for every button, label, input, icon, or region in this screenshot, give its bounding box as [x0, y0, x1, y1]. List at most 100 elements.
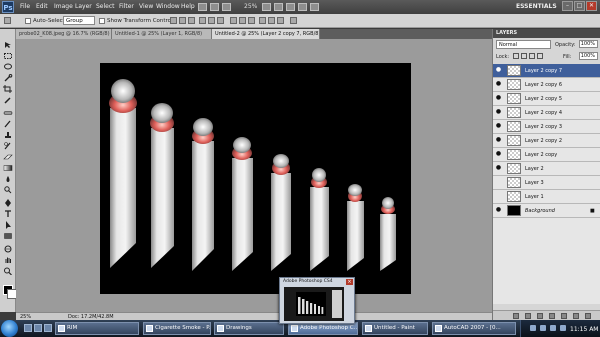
visibility-eye-icon[interactable]: ●: [495, 81, 502, 87]
zoom-level[interactable]: 25%: [244, 3, 257, 10]
layer-row[interactable]: ● Background ■: [493, 204, 600, 218]
tab-untitled-2[interactable]: Untitled-2 @ 25% (Layer 2 copy 7, RGB/8): [212, 29, 320, 39]
preview-close-icon[interactable]: ×: [346, 279, 353, 285]
internet-explorer-icon[interactable]: [34, 324, 42, 332]
distribute-hcenter-icon[interactable]: [268, 17, 275, 24]
zoom-icon[interactable]: [274, 3, 283, 11]
switch-windows-icon[interactable]: [44, 324, 52, 332]
layer-thumbnail[interactable]: [507, 135, 521, 146]
taskbar-button[interactable]: Cigarette Smoke - P...: [143, 322, 211, 335]
taskbar-button[interactable]: RIM: [55, 322, 139, 335]
visibility-eye-icon[interactable]: ●: [495, 137, 502, 143]
bridge-icon[interactable]: [198, 3, 207, 11]
layer-row[interactable]: ● Layer 2 copy 6: [493, 78, 600, 92]
menu-layer[interactable]: Layer: [75, 3, 92, 10]
layer-thumbnail[interactable]: [507, 191, 521, 202]
layer-name[interactable]: Layer 3: [525, 180, 544, 186]
marquee-tool-icon[interactable]: [3, 52, 13, 60]
eyedropper-tool-icon[interactable]: [3, 96, 13, 104]
layer-name[interactable]: Layer 2 copy 5: [525, 96, 562, 102]
layers-panel-title[interactable]: LAYERS: [493, 29, 600, 38]
gradient-tool-icon[interactable]: [3, 164, 13, 172]
auto-select-checkbox[interactable]: [25, 18, 31, 24]
clock[interactable]: 11:15 AM: [570, 326, 598, 333]
quick-selection-tool-icon[interactable]: [3, 74, 13, 82]
dodge-tool-icon[interactable]: [3, 186, 13, 194]
network-icon[interactable]: [530, 325, 536, 331]
trash-icon[interactable]: [585, 313, 591, 319]
auto-select-target-select[interactable]: Group: [63, 16, 95, 25]
healing-brush-tool-icon[interactable]: [3, 109, 13, 117]
arrange-documents-icon[interactable]: [298, 3, 307, 11]
tab-probe02[interactable]: probe02_K08.jpeg @ 16.7% (RGB/8): [16, 29, 112, 39]
distribute-bottom-icon[interactable]: [248, 17, 255, 24]
visibility-eye-icon[interactable]: [495, 179, 502, 185]
layer-name[interactable]: Background: [525, 208, 555, 214]
new-layer-icon[interactable]: [573, 313, 579, 319]
layer-row[interactable]: ● Layer 2 copy 4: [493, 106, 600, 120]
blur-tool-icon[interactable]: [3, 175, 13, 183]
layer-thumbnail[interactable]: [507, 121, 521, 132]
layer-row[interactable]: ● Layer 2: [493, 162, 600, 176]
lasso-tool-icon[interactable]: [3, 63, 13, 71]
taskbar-button[interactable]: Drawings: [214, 322, 284, 335]
layer-name[interactable]: Layer 2 copy 7: [525, 68, 562, 74]
hand-icon[interactable]: [262, 3, 271, 11]
visibility-eye-icon[interactable]: ●: [495, 165, 502, 171]
lock-pixels-icon[interactable]: [521, 53, 527, 59]
security-icon[interactable]: [550, 325, 556, 331]
lock-all-icon[interactable]: [537, 53, 543, 59]
tab-untitled-1[interactable]: Untitled-1 @ 25% (Layer 1, RGB/8): [112, 29, 212, 39]
volume-icon[interactable]: [540, 325, 546, 331]
distribute-right-icon[interactable]: [277, 17, 284, 24]
visibility-eye-icon[interactable]: ●: [495, 151, 502, 157]
grid-icon[interactable]: [222, 3, 231, 11]
show-transform-checkbox[interactable]: [99, 18, 105, 24]
visibility-eye-icon[interactable]: ●: [495, 123, 502, 129]
layer-name[interactable]: Layer 1: [525, 194, 544, 200]
layer-row[interactable]: Layer 3: [493, 176, 600, 190]
layer-name[interactable]: Layer 2: [525, 166, 544, 172]
visibility-eye-icon[interactable]: ●: [495, 95, 502, 101]
align-top-icon[interactable]: [170, 17, 177, 24]
history-brush-tool-icon[interactable]: [3, 142, 13, 150]
distribute-center-icon[interactable]: [239, 17, 246, 24]
align-vertical-center-icon[interactable]: [179, 17, 186, 24]
layer-thumbnail[interactable]: [507, 149, 521, 160]
move-tool-icon[interactable]: [4, 17, 11, 24]
layer-mask-icon[interactable]: [537, 313, 543, 319]
3d-rotate-tool-icon[interactable]: [3, 245, 13, 253]
eraser-tool-icon[interactable]: [3, 153, 13, 161]
start-button[interactable]: [1, 320, 18, 337]
menu-window[interactable]: Window: [156, 3, 180, 10]
blend-mode-select[interactable]: Normal: [496, 40, 551, 49]
taskbar-button[interactable]: Untitled - Paint: [362, 322, 428, 335]
menu-edit[interactable]: Edit: [36, 3, 48, 10]
crop-tool-icon[interactable]: [3, 85, 13, 93]
rectangle-tool-icon[interactable]: [3, 232, 13, 240]
layer-thumbnail[interactable]: [507, 65, 521, 76]
document-canvas[interactable]: [100, 63, 411, 294]
layer-name[interactable]: Layer 2 copy 4: [525, 110, 562, 116]
type-tool-icon[interactable]: [3, 210, 13, 218]
path-selection-tool-icon[interactable]: [3, 221, 13, 229]
layer-row[interactable]: Layer 1: [493, 190, 600, 204]
fill-field[interactable]: 100%: [579, 52, 598, 60]
power-icon[interactable]: [560, 325, 566, 331]
brush-tool-icon[interactable]: [3, 120, 13, 128]
lock-position-icon[interactable]: [529, 53, 535, 59]
minimize-button[interactable]: –: [562, 1, 573, 11]
layer-thumbnail[interactable]: [507, 93, 521, 104]
adjustment-layer-icon[interactable]: [549, 313, 555, 319]
layer-thumbnail[interactable]: [507, 177, 521, 188]
show-desktop-icon[interactable]: [24, 324, 32, 332]
taskbar-thumbnail-preview[interactable]: Adobe Photoshop CS4 ×: [279, 277, 355, 324]
lock-transparency-icon[interactable]: [513, 53, 519, 59]
canvas-pasteboard[interactable]: [16, 39, 492, 313]
visibility-eye-icon[interactable]: ●: [495, 109, 502, 115]
new-group-icon[interactable]: [561, 313, 567, 319]
distribute-top-icon[interactable]: [230, 17, 237, 24]
layer-name[interactable]: Layer 2 copy: [525, 152, 557, 158]
zoom-tool-icon[interactable]: [3, 267, 13, 275]
distribute-left-icon[interactable]: [259, 17, 266, 24]
